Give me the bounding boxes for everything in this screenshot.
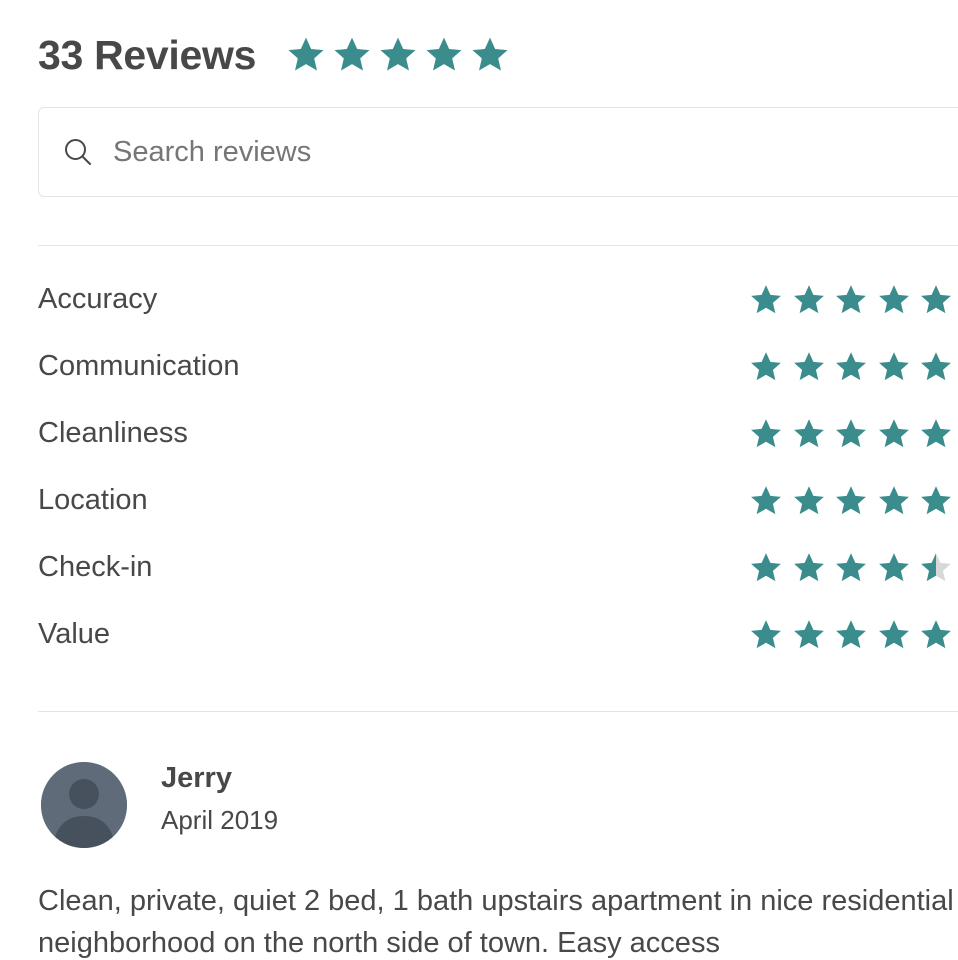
rating-stars	[749, 484, 958, 518]
rating-stars	[749, 350, 958, 384]
star-icon	[877, 618, 911, 652]
star-icon	[834, 283, 868, 317]
star-icon	[749, 618, 783, 652]
star-icon	[877, 551, 911, 585]
star-icon	[919, 551, 953, 585]
overall-rating-stars	[286, 35, 516, 75]
rating-row: Communication	[38, 333, 958, 400]
rating-label: Check-in	[38, 551, 153, 583]
star-icon	[919, 484, 953, 518]
reviews-header: 33 Reviews	[38, 26, 516, 84]
rating-row: Check-in	[38, 534, 958, 601]
star-icon	[470, 35, 510, 75]
star-icon	[792, 484, 826, 518]
review-text: Clean, private, quiet 2 bed, 1 bath upst…	[38, 885, 954, 959]
reviewer-name[interactable]: Jerry	[161, 762, 232, 795]
reviews-count-title: 33 Reviews	[38, 31, 257, 78]
rating-row: Location	[38, 467, 958, 534]
star-icon	[877, 484, 911, 518]
star-icon	[919, 417, 953, 451]
star-icon	[749, 417, 783, 451]
rating-row: Value	[38, 601, 958, 668]
user-avatar-icon[interactable]	[41, 762, 127, 848]
star-icon	[378, 35, 418, 75]
rating-stars	[749, 618, 958, 652]
star-icon	[792, 551, 826, 585]
star-icon	[749, 551, 783, 585]
star-icon	[919, 618, 953, 652]
star-icon	[792, 283, 826, 317]
star-icon	[792, 618, 826, 652]
star-icon	[834, 618, 868, 652]
star-icon	[877, 417, 911, 451]
rating-label: Value	[38, 618, 111, 650]
reviews-page: 33 Reviews Accuracy Communication Cleanlin…	[0, 0, 958, 960]
rating-stars	[749, 551, 958, 585]
rating-label: Location	[38, 484, 148, 516]
section-divider	[38, 711, 958, 712]
rating-row: Accuracy	[38, 266, 958, 333]
search-icon	[61, 135, 95, 169]
star-icon	[834, 417, 868, 451]
star-icon	[332, 35, 372, 75]
rating-label: Cleanliness	[38, 417, 188, 449]
rating-label: Communication	[38, 350, 240, 382]
review-date: April 2019	[161, 805, 279, 835]
star-icon	[834, 551, 868, 585]
search-reviews-box[interactable]	[38, 107, 958, 197]
star-icon	[792, 350, 826, 384]
search-reviews-input[interactable]	[113, 135, 873, 169]
star-icon	[834, 350, 868, 384]
star-icon	[749, 350, 783, 384]
category-ratings: Accuracy Communication Cleanliness Location…	[38, 266, 958, 668]
star-icon	[919, 283, 953, 317]
star-icon	[749, 484, 783, 518]
rating-stars	[749, 283, 958, 317]
rating-row: Cleanliness	[38, 400, 958, 467]
star-icon	[792, 417, 826, 451]
rating-label: Accuracy	[38, 283, 158, 315]
star-icon	[877, 350, 911, 384]
star-icon	[834, 484, 868, 518]
star-icon	[286, 35, 326, 75]
star-icon	[749, 283, 783, 317]
star-icon	[877, 283, 911, 317]
rating-stars	[749, 417, 958, 451]
star-icon	[919, 350, 953, 384]
section-divider	[38, 245, 958, 246]
star-icon	[424, 35, 464, 75]
